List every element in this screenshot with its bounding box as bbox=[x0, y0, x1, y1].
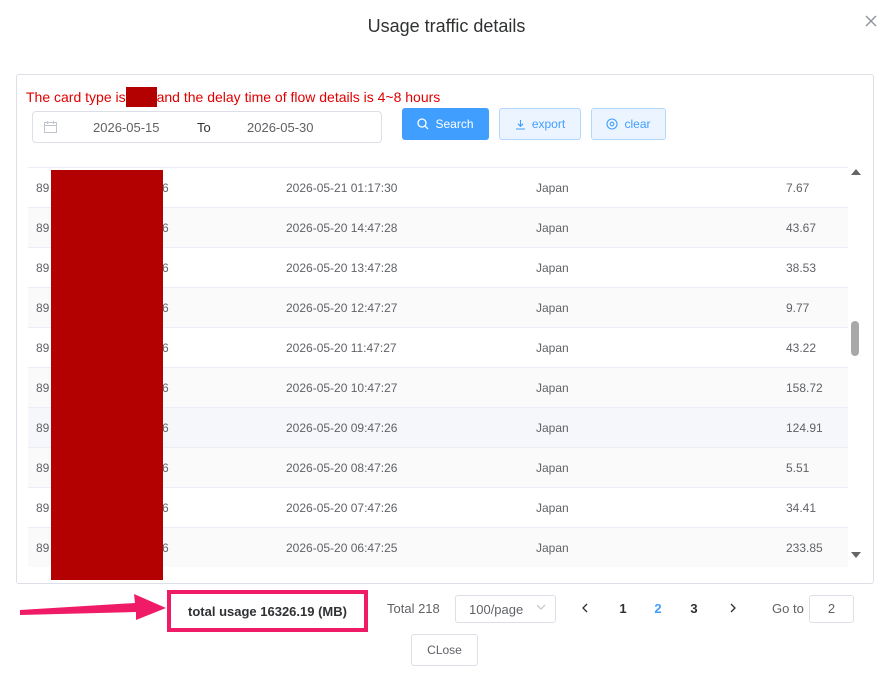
clear-button[interactable]: clear bbox=[591, 108, 666, 140]
download-icon bbox=[515, 119, 525, 130]
time-cell: 2026-05-20 07:47:26 bbox=[286, 501, 398, 515]
search-button[interactable]: Search bbox=[402, 108, 489, 140]
iccid-cell-start: 89 bbox=[36, 341, 50, 355]
close-button-label: CLose bbox=[427, 643, 462, 657]
iccid-cell-start: 89 bbox=[36, 181, 50, 195]
usage-cell: 158.72 bbox=[786, 381, 823, 395]
region-cell: Japan bbox=[536, 541, 569, 555]
usage-cell: 7.67 bbox=[786, 181, 810, 195]
pagination-total: Total 218 bbox=[387, 601, 440, 616]
page-3-button[interactable]: 3 bbox=[684, 598, 704, 620]
iccid-cell-start: 89 bbox=[36, 261, 50, 275]
iccid-cell-end: 6 bbox=[162, 381, 169, 395]
usage-cell: 124.91 bbox=[786, 421, 823, 435]
time-cell: 2026-05-20 06:47:25 bbox=[286, 541, 398, 555]
export-button-label: export bbox=[531, 117, 566, 131]
time-cell: 2026-05-20 12:47:27 bbox=[286, 301, 398, 315]
end-date-input[interactable]: 2026-05-30 bbox=[247, 120, 314, 135]
iccid-cell-end: 6 bbox=[162, 541, 169, 555]
time-cell: 2026-05-20 09:47:26 bbox=[286, 421, 398, 435]
region-cell: Japan bbox=[536, 221, 569, 235]
start-date-input[interactable]: 2026-05-15 bbox=[93, 120, 160, 135]
usage-cell: 5.51 bbox=[786, 461, 810, 475]
iccid-cell-start: 89 bbox=[36, 461, 50, 475]
total-usage-summary: total usage 16326.19 (MB) bbox=[167, 590, 368, 632]
scroll-up-arrow-icon[interactable] bbox=[851, 169, 861, 175]
time-cell: 2026-05-20 14:47:28 bbox=[286, 221, 398, 235]
region-cell: Japan bbox=[536, 181, 569, 195]
highlight-arrow-icon bbox=[20, 594, 166, 620]
time-cell: 2026-05-20 11:47:27 bbox=[286, 341, 397, 355]
date-range-picker[interactable]: 2026-05-15 To 2026-05-30 bbox=[32, 111, 382, 143]
search-icon bbox=[417, 118, 429, 130]
page-2-button[interactable]: 2 bbox=[648, 598, 668, 620]
calendar-icon bbox=[44, 121, 57, 133]
chevron-down-icon bbox=[536, 604, 546, 610]
iccid-cell-start: 89 bbox=[36, 421, 50, 435]
close-button[interactable]: CLose bbox=[411, 634, 478, 666]
page-size-value: 100/page bbox=[469, 602, 524, 617]
notice-text-before: The card type is bbox=[26, 89, 126, 105]
region-cell: Japan bbox=[536, 461, 569, 475]
delay-notice: The card type is and the delay time of fl… bbox=[26, 87, 440, 107]
region-cell: Japan bbox=[536, 501, 569, 515]
iccid-cell-end: 6 bbox=[162, 341, 169, 355]
iccid-cell-start: 89 bbox=[36, 221, 50, 235]
iccid-cell-start: 89 bbox=[36, 301, 50, 315]
goto-label: Go to bbox=[772, 601, 804, 616]
notice-text-after: and the delay time of flow details is 4~… bbox=[156, 89, 441, 105]
scroll-down-arrow-icon[interactable] bbox=[851, 552, 861, 558]
date-range-separator: To bbox=[197, 120, 211, 135]
time-cell: 2026-05-20 08:47:26 bbox=[286, 461, 398, 475]
prev-page-button[interactable] bbox=[576, 598, 594, 620]
close-icon[interactable] bbox=[862, 14, 880, 32]
iccid-cell-end: 6 bbox=[162, 301, 169, 315]
iccid-cell-end: 6 bbox=[162, 221, 169, 235]
chevron-right-icon bbox=[730, 603, 736, 613]
goto-page-input[interactable]: 2 bbox=[809, 595, 854, 623]
region-cell: Japan bbox=[536, 341, 569, 355]
clear-button-label: clear bbox=[624, 117, 651, 131]
dialog-title: Usage traffic details bbox=[367, 16, 526, 36]
iccid-cell-end: 6 bbox=[162, 501, 169, 515]
search-button-label: Search bbox=[435, 117, 474, 131]
iccid-cell-end: 6 bbox=[162, 261, 169, 275]
usage-cell: 233.85 bbox=[786, 541, 823, 555]
time-cell: 2026-05-20 13:47:28 bbox=[286, 261, 398, 275]
usage-cell: 38.53 bbox=[786, 261, 817, 275]
usage-cell: 43.22 bbox=[786, 341, 817, 355]
region-cell: Japan bbox=[536, 381, 569, 395]
time-cell: 2026-05-20 10:47:27 bbox=[286, 381, 398, 395]
iccid-cell-end: 6 bbox=[162, 181, 169, 195]
time-cell: 2026-05-21 01:17:30 bbox=[286, 181, 398, 195]
iccid-cell-start: 89 bbox=[36, 541, 50, 555]
region-cell: Japan bbox=[536, 301, 569, 315]
next-page-button[interactable] bbox=[724, 598, 742, 620]
chevron-left-icon bbox=[582, 603, 588, 613]
total-usage-text: total usage 16326.19 (MB) bbox=[188, 603, 347, 619]
iccid-cell-start: 89 bbox=[36, 501, 50, 515]
redacted-iccid-column bbox=[51, 170, 163, 580]
usage-cell: 43.67 bbox=[786, 221, 817, 235]
scroll-thumb[interactable] bbox=[851, 321, 859, 356]
page-1-button[interactable]: 1 bbox=[613, 598, 633, 620]
page-size-select[interactable]: 100/page bbox=[455, 595, 556, 623]
iccid-cell-end: 6 bbox=[162, 461, 169, 475]
iccid-cell-end: 6 bbox=[162, 421, 169, 435]
clear-circle-icon bbox=[606, 118, 619, 130]
usage-cell: 34.41 bbox=[786, 501, 817, 515]
usage-cell: 9.77 bbox=[786, 301, 810, 315]
export-button[interactable]: export bbox=[499, 108, 581, 140]
region-cell: Japan bbox=[536, 421, 569, 435]
redacted-card-type bbox=[125, 87, 157, 107]
table-scrollbar[interactable] bbox=[849, 167, 861, 562]
region-cell: Japan bbox=[536, 261, 569, 275]
iccid-cell-start: 89 bbox=[36, 381, 50, 395]
